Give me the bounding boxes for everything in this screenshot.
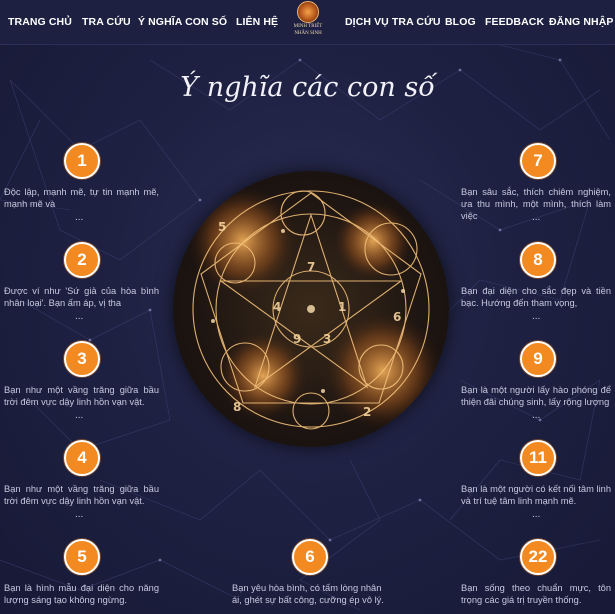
svg-text:7: 7 [307,260,315,274]
svg-text:2: 2 [363,405,371,419]
number-7-more[interactable]: ... [532,212,540,223]
number-badge-6[interactable]: 6 [292,539,328,575]
number-badge-22[interactable]: 22 [520,539,556,575]
number-1-more[interactable]: ... [75,212,83,223]
logo-text-line1: MINH TRIẾT [293,24,323,29]
page-title: Ý nghĩa các con số [180,72,435,103]
number-4-description: Bạn như một vầng trăng giữa bầu trời đêm… [4,484,159,506]
svg-text:8: 8 [233,400,241,414]
number-2-more[interactable]: ... [75,311,83,322]
number-1-description: Độc lập, mạnh mẽ, tự tin mạnh mẽ, mạnh m… [4,187,159,209]
number-badge-11[interactable]: 11 [520,440,556,476]
number-badge-3[interactable]: 3 [64,341,100,377]
number-2-description: Được ví như 'Sứ giả của hòa bình nhân lo… [4,286,159,308]
nav-lookup-service[interactable]: DỊCH VỤ TRA CỨU [345,16,441,28]
nav-home[interactable]: TRANG CHỦ [8,16,72,28]
number-22-description: Bạn sống theo chuẩn mực, tôn trọng các g… [461,583,611,605]
number-11-more[interactable]: ... [532,509,540,520]
logo-text-line2: NHÂN SINH [294,31,322,36]
numerology-artwork: 7 1 4 9 3 5 6 8 2 [173,171,449,447]
number-4-more[interactable]: ... [75,509,83,520]
number-8-more[interactable]: ... [532,311,540,322]
number-11-description: Bạn là một người có kết nối tâm linh và … [461,484,611,506]
number-9-more[interactable]: ... [532,410,540,421]
number-8-description: Bạn đại diện cho sắc đẹp và tiền bạc. Hư… [461,286,611,308]
site-logo[interactable]: MINH TRIẾT NHÂN SINH [286,1,330,43]
number-5-description: Bạn là hình mẫu đại diện cho năng lượng … [4,583,159,605]
svg-text:6: 6 [393,310,401,324]
svg-text:5: 5 [218,220,226,234]
top-navigation: TRANG CHỦ TRA CỨU Ý NGHĨA CON SỐ LIÊN HỆ… [0,0,615,45]
nav-feedback[interactable]: FEEDBACK [485,16,544,28]
number-3-more[interactable]: ... [75,410,83,421]
svg-text:1: 1 [338,300,346,314]
svg-text:3: 3 [323,332,331,346]
logo-emblem-icon [297,1,319,23]
nav-contact[interactable]: LIÊN HỆ [236,16,278,28]
number-3-description: Bạn như một vầng trăng giữa bầu trời đêm… [4,385,159,407]
number-badge-5[interactable]: 5 [64,539,100,575]
nav-lookup[interactable]: TRA CỨU [82,16,131,28]
nav-blog[interactable]: BLOG [445,16,476,28]
numerology-pentagram-illustration: 7 1 4 9 3 5 6 8 2 [188,186,443,431]
svg-text:4: 4 [273,300,281,314]
number-badge-7[interactable]: 7 [520,143,556,179]
number-badge-4[interactable]: 4 [64,440,100,476]
nav-number-meaning[interactable]: Ý NGHĨA CON SỐ [138,16,227,28]
number-badge-1[interactable]: 1 [64,143,100,179]
number-9-description: Bạn là một người lấy hào phóng để thiện … [461,385,611,407]
number-badge-2[interactable]: 2 [64,242,100,278]
number-6-description: Bạn yêu hòa bình, có tấm lòng nhân ái, g… [232,583,384,605]
nav-login[interactable]: ĐĂNG NHẬP [549,16,614,28]
number-badge-9[interactable]: 9 [520,341,556,377]
svg-text:9: 9 [293,332,301,346]
number-badge-8[interactable]: 8 [520,242,556,278]
